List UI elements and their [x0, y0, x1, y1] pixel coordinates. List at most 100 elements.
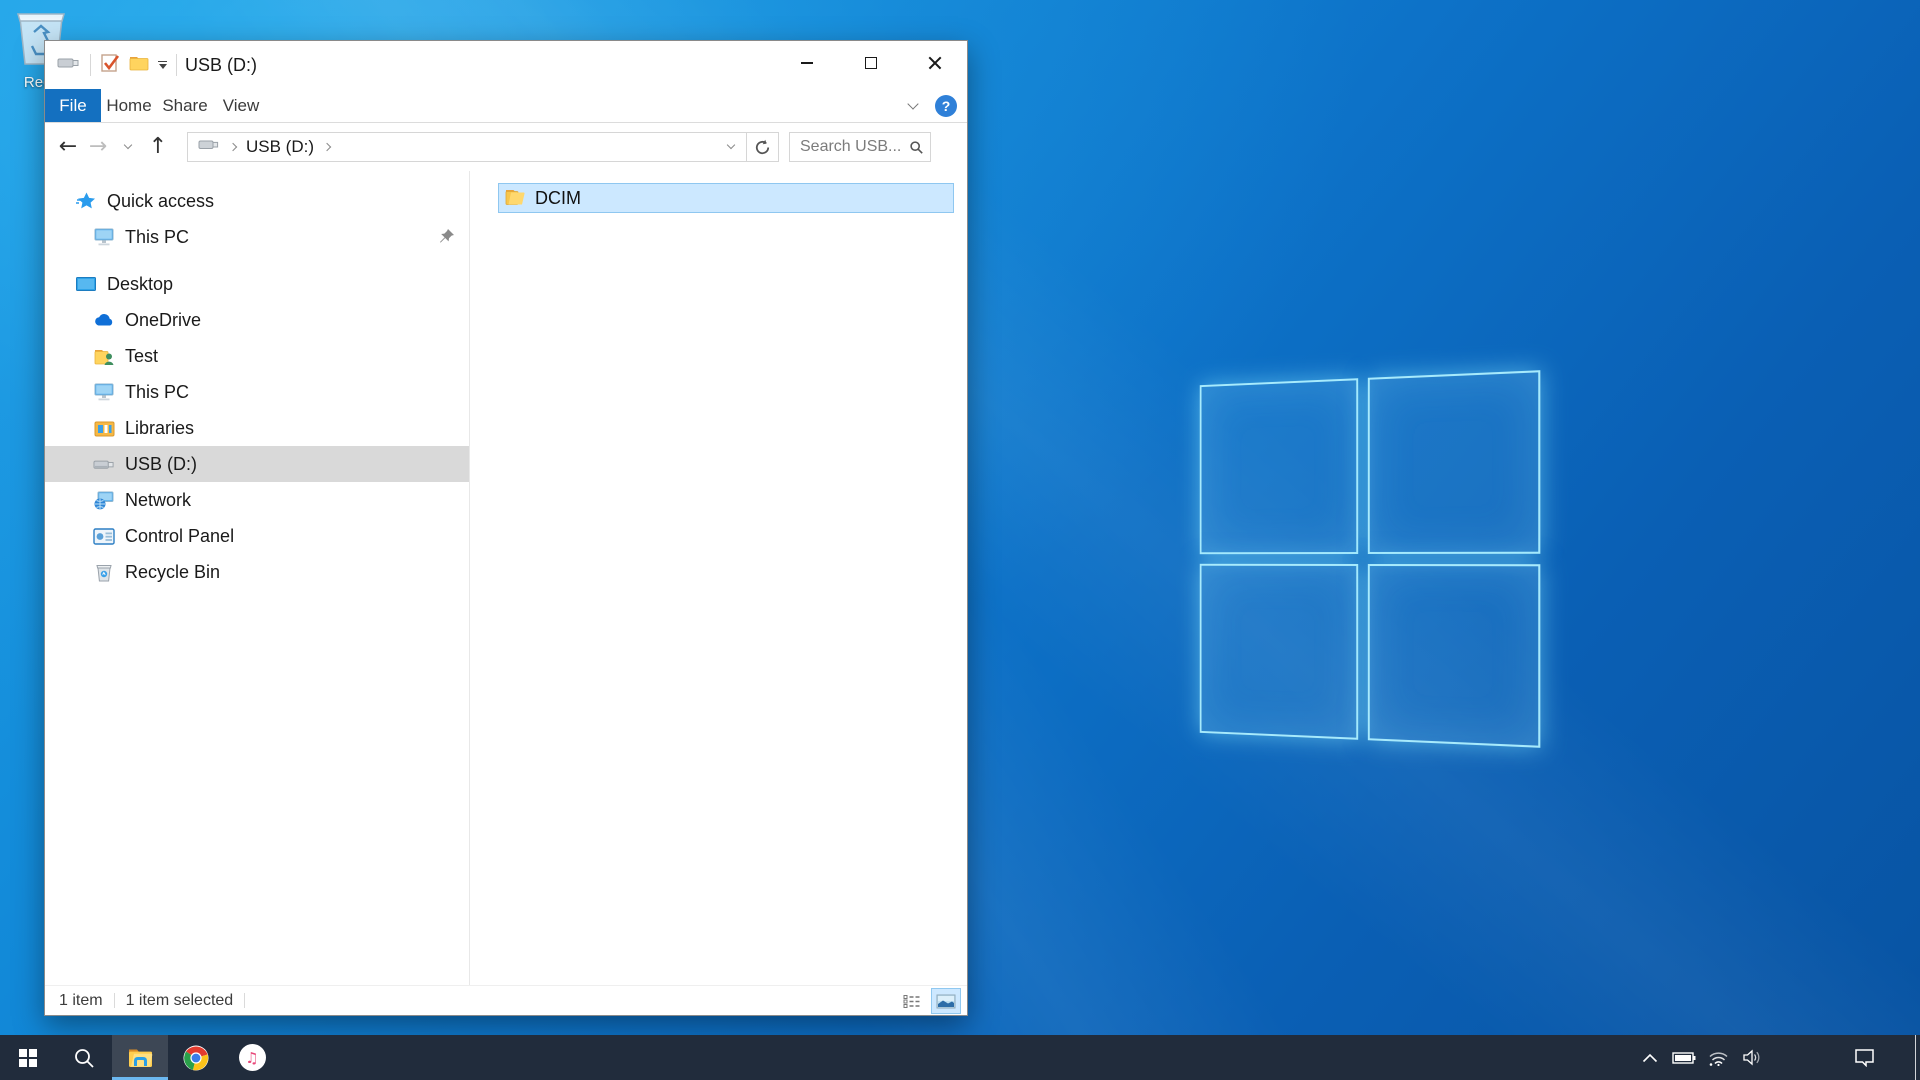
usb-drive-icon	[198, 138, 220, 156]
sidebar-item-test[interactable]: Test	[45, 338, 469, 374]
up-button[interactable]: ↑	[143, 132, 173, 162]
desktop-icon	[75, 273, 97, 295]
taskbar-file-explorer-button[interactable]	[112, 1035, 168, 1080]
taskbar-chrome-button[interactable]	[168, 1035, 224, 1080]
address-bar[interactable]: USB (D:)	[187, 132, 779, 162]
forward-icon: →	[89, 136, 107, 158]
properties-check-icon[interactable]	[100, 53, 120, 78]
navigation-pane: Quick access This PC	[45, 171, 470, 985]
taskbar-itunes-button[interactable]: ♫	[224, 1035, 280, 1080]
windows-logo	[1200, 370, 1541, 748]
control-panel-icon	[93, 525, 115, 547]
sidebar-item-label: OneDrive	[125, 310, 201, 331]
refresh-icon	[754, 139, 771, 156]
this-pc-icon	[93, 381, 115, 403]
sidebar-item-desktop[interactable]: Desktop	[45, 266, 469, 302]
windows-logo-pane	[1200, 564, 1358, 740]
onedrive-icon	[93, 309, 115, 331]
tab-home[interactable]: Home	[101, 89, 157, 122]
file-item-dcim[interactable]: DCIM	[498, 183, 954, 213]
item-count: 1 item	[59, 992, 103, 1010]
action-center-button[interactable]	[1847, 1035, 1881, 1080]
windows-logo-pane	[1368, 564, 1541, 748]
ribbon-collapse-icon[interactable]	[907, 98, 918, 109]
toolbar-separator	[90, 54, 91, 76]
file-explorer-icon	[127, 1047, 154, 1069]
customize-toolbar-icon[interactable]	[158, 61, 167, 70]
minimize-button[interactable]	[775, 41, 839, 85]
search-icon[interactable]	[909, 139, 924, 156]
breadcrumb-location[interactable]: USB (D:)	[246, 137, 314, 157]
file-name: DCIM	[535, 188, 581, 209]
start-icon	[19, 1049, 37, 1067]
windows-logo-pane	[1200, 378, 1358, 554]
quick-access-icon	[75, 190, 97, 212]
start-button[interactable]	[0, 1035, 56, 1080]
help-icon[interactable]: ?	[935, 95, 957, 117]
up-icon: ↑	[149, 136, 167, 158]
file-explorer-window: USB (D:) File Home Share View ? ← → ↑	[44, 40, 968, 1016]
hidden-icons-button[interactable]	[1633, 1035, 1667, 1080]
details-view-icon	[903, 994, 921, 1009]
details-view-button[interactable]	[897, 988, 927, 1014]
status-bar: 1 item 1 item selected	[45, 985, 967, 1015]
sidebar-item-control-panel[interactable]: Control Panel	[45, 518, 469, 554]
hidden-icons-icon	[1642, 1053, 1658, 1063]
quick-access-toolbar	[57, 53, 177, 78]
back-button[interactable]: ←	[53, 132, 83, 162]
sidebar-item-usb-d[interactable]: USB (D:)	[45, 446, 469, 482]
close-icon	[928, 56, 942, 70]
sidebar-item-libraries[interactable]: Libraries	[45, 410, 469, 446]
libraries-icon	[93, 417, 115, 439]
search-icon	[73, 1047, 95, 1069]
breadcrumb-chevron-icon[interactable]	[323, 143, 331, 151]
toolbar-separator	[176, 54, 177, 76]
sidebar-item-label: Recycle Bin	[125, 562, 220, 583]
recent-locations-button[interactable]	[113, 132, 143, 162]
search-box[interactable]	[789, 132, 931, 162]
sidebar-item-label: Libraries	[125, 418, 194, 439]
sidebar-item-label: Control Panel	[125, 526, 234, 547]
back-icon: ←	[59, 136, 77, 158]
network-status[interactable]	[1701, 1035, 1735, 1080]
titlebar[interactable]: USB (D:)	[45, 41, 967, 89]
network-icon	[93, 489, 115, 511]
battery-icon	[1672, 1051, 1696, 1065]
tab-file[interactable]: File	[45, 89, 101, 122]
sidebar-item-network[interactable]: Network	[45, 482, 469, 518]
file-list[interactable]: DCIM	[470, 171, 967, 985]
taskbar-search-button[interactable]	[56, 1035, 112, 1080]
sidebar-item-label: Quick access	[107, 191, 214, 212]
breadcrumb-chevron-icon[interactable]	[229, 143, 237, 151]
thumbnails-view-icon	[936, 994, 956, 1009]
address-dropdown-button[interactable]	[716, 133, 746, 161]
minimize-icon	[801, 62, 813, 64]
sidebar-item-onedrive[interactable]: OneDrive	[45, 302, 469, 338]
tab-view[interactable]: View	[213, 89, 269, 122]
refresh-button[interactable]	[746, 133, 778, 161]
status-separator	[114, 993, 115, 1008]
sidebar-item-quick-access[interactable]: Quick access	[45, 183, 469, 219]
action-center-icon	[1854, 1048, 1875, 1067]
recent-locations-icon	[124, 141, 132, 149]
maximize-button[interactable]	[839, 41, 903, 85]
show-desktop-button[interactable]	[1915, 1035, 1920, 1080]
address-dropdown-icon	[727, 141, 735, 149]
tab-share[interactable]: Share	[157, 89, 213, 122]
close-button[interactable]	[903, 41, 967, 85]
battery-status[interactable]	[1667, 1035, 1701, 1080]
sidebar-item-this-pc[interactable]: This PC	[45, 374, 469, 410]
volume-icon	[1742, 1049, 1762, 1066]
forward-button[interactable]: →	[83, 132, 113, 162]
thumbnails-view-button[interactable]	[931, 988, 961, 1014]
sidebar-item-label: This PC	[125, 227, 189, 248]
new-folder-icon[interactable]	[129, 54, 149, 76]
sidebar-item-label: USB (D:)	[125, 454, 197, 475]
system-tray	[1633, 1035, 1920, 1080]
search-input[interactable]	[800, 138, 909, 156]
sidebar-item-this-pc-pinned[interactable]: This PC	[45, 219, 469, 255]
status-separator	[244, 993, 245, 1008]
maximize-icon	[865, 57, 877, 69]
volume-control[interactable]	[1735, 1035, 1769, 1080]
sidebar-item-recycle-bin[interactable]: Recycle Bin	[45, 554, 469, 590]
